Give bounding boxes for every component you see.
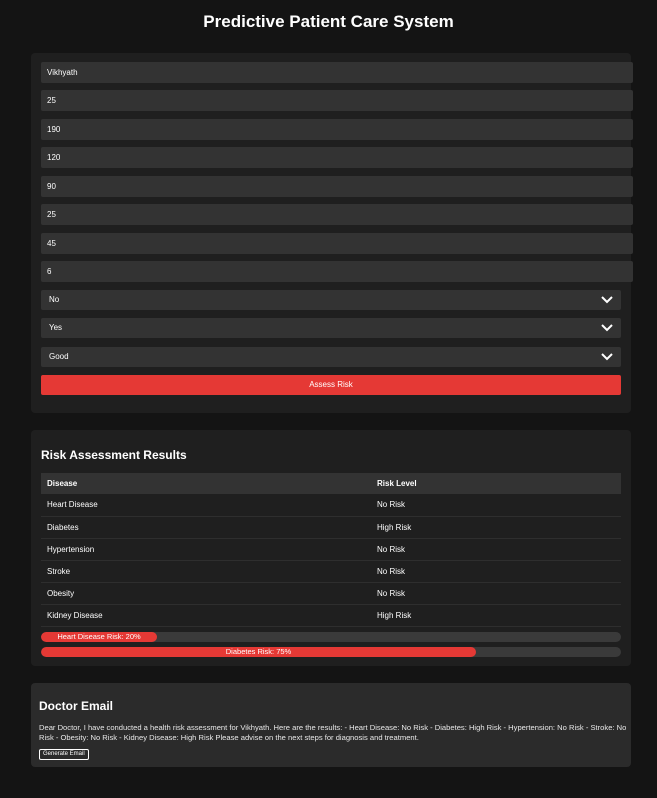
column-header-disease: Disease bbox=[41, 473, 370, 494]
disease-cell: Stroke bbox=[41, 560, 370, 583]
table-row: Kidney Disease High Risk bbox=[41, 604, 621, 627]
email-title: Doctor Email bbox=[39, 699, 114, 713]
smoking-select-value: No bbox=[49, 295, 60, 304]
table-row: Hypertension No Risk bbox=[41, 538, 621, 561]
systolic-bp-input[interactable]: 120 bbox=[41, 147, 633, 168]
table-row: Obesity No Risk bbox=[41, 582, 621, 605]
results-title: Risk Assessment Results bbox=[41, 448, 187, 462]
disease-cell: Obesity bbox=[41, 582, 370, 605]
table-header-row: Disease Risk Level bbox=[41, 473, 621, 494]
heart-disease-risk-fill: Heart Disease Risk: 20% bbox=[41, 632, 157, 642]
patient-form: Vikhyath 25 190 120 90 25 45 6 No Yes Go… bbox=[31, 53, 633, 413]
page-title: Predictive Patient Care System bbox=[203, 12, 454, 31]
results-table: Disease Risk Level Heart Disease No Risk… bbox=[41, 473, 621, 627]
bmi-input[interactable]: 25 bbox=[41, 204, 633, 225]
alcohol-select-value: Yes bbox=[49, 323, 63, 332]
patient-name-input[interactable]: Vikhyath bbox=[41, 62, 633, 83]
diet-select[interactable]: Good bbox=[41, 347, 621, 367]
email-body: Dear Doctor, I have conducted a health r… bbox=[39, 723, 627, 742]
height-input[interactable]: 190 bbox=[41, 119, 633, 140]
column-header-risk-level: Risk Level bbox=[370, 473, 621, 494]
smoking-select[interactable]: No bbox=[41, 290, 621, 310]
table-row: Stroke No Risk bbox=[41, 560, 621, 583]
chevron-down-icon bbox=[601, 353, 613, 361]
doctor-email-panel: Doctor Email Dear Doctor, I have conduct… bbox=[31, 683, 631, 767]
risk-cell: No Risk bbox=[370, 494, 621, 517]
weight-input[interactable]: 45 bbox=[41, 233, 633, 254]
age-input[interactable]: 25 bbox=[41, 90, 633, 111]
risk-cell: High Risk bbox=[370, 516, 621, 539]
risk-cell: No Risk bbox=[370, 560, 621, 583]
assess-risk-button[interactable]: Assess Risk bbox=[41, 375, 621, 395]
alcohol-select[interactable]: Yes bbox=[41, 318, 621, 338]
diabetes-risk-fill: Diabetes Risk: 75% bbox=[41, 647, 476, 657]
disease-cell: Hypertension bbox=[41, 538, 370, 561]
disease-cell: Kidney Disease bbox=[41, 604, 370, 627]
risk-cell: High Risk bbox=[370, 604, 621, 627]
results-panel: Risk Assessment Results Disease Risk Lev… bbox=[31, 430, 631, 666]
sleep-hours-input[interactable]: 6 bbox=[41, 261, 633, 282]
risk-cell: No Risk bbox=[370, 538, 621, 561]
chevron-down-icon bbox=[601, 296, 613, 304]
risk-cell: No Risk bbox=[370, 582, 621, 605]
diet-select-value: Good bbox=[49, 352, 69, 361]
disease-cell: Diabetes bbox=[41, 516, 370, 539]
heart-disease-risk-bar: Heart Disease Risk: 20% bbox=[41, 632, 621, 642]
chevron-down-icon bbox=[601, 324, 613, 332]
disease-cell: Heart Disease bbox=[41, 494, 370, 517]
generate-email-button[interactable]: Generate Email bbox=[39, 749, 89, 760]
table-row: Diabetes High Risk bbox=[41, 516, 621, 539]
diabetes-risk-bar: Diabetes Risk: 75% bbox=[41, 647, 621, 657]
diastolic-bp-input[interactable]: 90 bbox=[41, 176, 633, 197]
table-row: Heart Disease No Risk bbox=[41, 494, 621, 517]
